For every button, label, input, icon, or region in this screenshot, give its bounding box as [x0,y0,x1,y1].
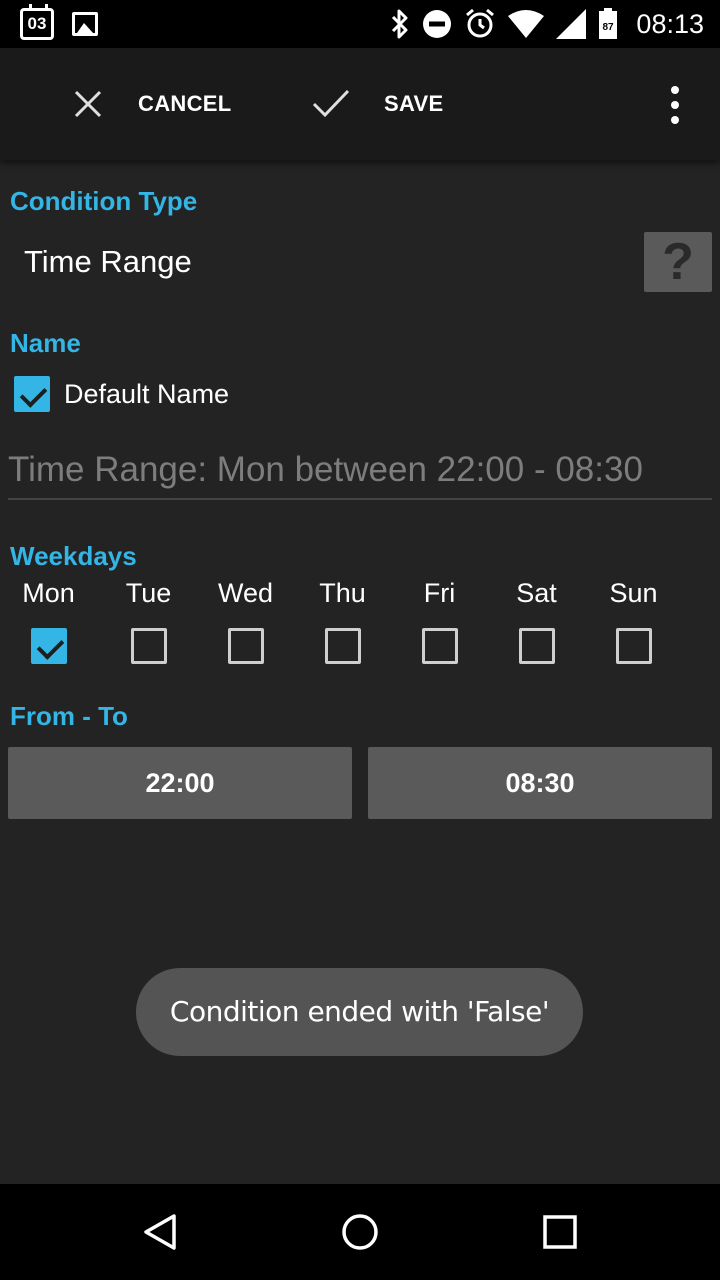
condition-type-label: Condition Type [10,186,198,216]
alarm-icon [466,8,495,38]
day-wed[interactable]: Wed [197,578,294,664]
overflow-menu-button[interactable] [660,86,690,124]
day-label: Sat [516,578,557,608]
overflow-dot [671,86,679,94]
signal-icon [556,9,587,39]
help-button[interactable]: ? [644,232,712,292]
check-icon [312,89,350,118]
from-time-button[interactable]: 22:00 [8,747,352,819]
save-label: SAVE [384,91,444,116]
overflow-dot [671,116,679,124]
condition-type-value: Time Range [24,244,192,279]
day-label: Tue [125,578,172,608]
default-name-option[interactable]: Default Name [14,376,229,412]
image-icon [72,12,98,36]
action-bar: CANCEL SAVE [0,48,720,160]
back-icon[interactable] [140,1212,180,1252]
home-icon[interactable] [340,1212,380,1252]
weekdays-row: Mon Tue Wed Thu Fri Sat Sun [0,578,720,668]
day-label: Wed [217,578,274,608]
day-mon[interactable]: Mon [0,578,97,664]
calendar-date: 03 [27,14,47,33]
day-tue[interactable]: Tue [100,578,197,664]
toast-message: Condition ended with 'False' [136,968,583,1056]
day-checkbox[interactable] [421,628,458,664]
day-label: Thu [319,578,366,608]
cancel-label: CANCEL [138,91,232,116]
day-checkbox[interactable] [30,628,67,664]
status-bar: 03 87 08:13 [0,0,720,48]
name-section-label: Name [10,328,81,358]
from-to-label: From - To [10,701,128,731]
battery-icon: 87 [599,8,618,39]
bluetooth-icon [392,9,408,39]
day-label: Sun [609,578,658,608]
day-checkbox[interactable] [518,628,555,664]
day-sat[interactable]: Sat [488,578,585,664]
default-name-checkbox[interactable] [14,376,50,412]
navigation-bar [0,1184,720,1280]
day-sun[interactable]: Sun [585,578,682,664]
do-not-disturb-icon [423,10,452,38]
day-label: Fri [423,578,456,608]
day-checkbox[interactable] [324,628,361,664]
recent-apps-icon[interactable] [540,1212,580,1252]
status-time: 08:13 [636,8,704,39]
calendar-icon: 03 [20,4,54,40]
day-label: Mon [22,578,75,608]
battery-level: 87 [603,22,615,33]
close-icon [74,90,102,118]
to-time-button[interactable]: 08:30 [368,747,712,819]
help-icon: ? [662,233,694,291]
day-fri[interactable]: Fri [391,578,488,664]
save-button[interactable]: SAVE [312,48,443,160]
default-name-label: Default Name [64,378,230,409]
day-checkbox[interactable] [130,628,167,664]
weekdays-label: Weekdays [10,541,137,571]
day-checkbox[interactable] [615,628,652,664]
overflow-dot [671,101,679,109]
day-checkbox[interactable] [227,628,264,664]
cancel-button[interactable]: CANCEL [72,48,231,160]
wifi-icon [508,10,545,38]
day-thu[interactable]: Thu [294,578,391,664]
name-field[interactable]: Time Range: Mon between 22:00 - 08:30 [8,450,712,500]
